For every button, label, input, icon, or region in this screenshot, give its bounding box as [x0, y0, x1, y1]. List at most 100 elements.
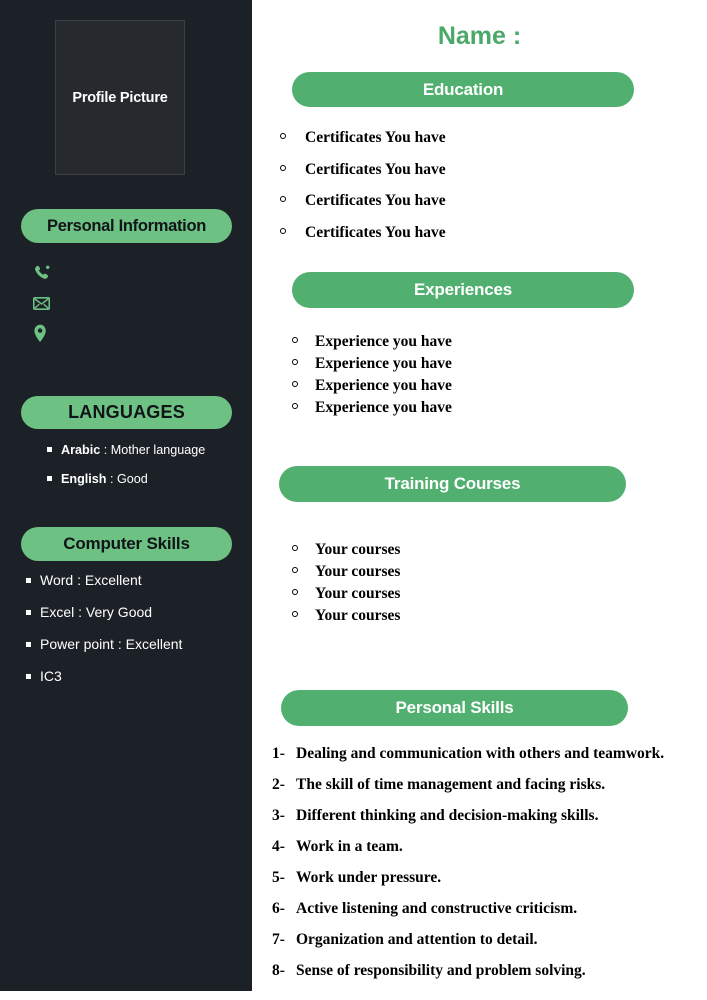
- phone-icon: [33, 264, 51, 282]
- list-number: 6-: [272, 900, 285, 917]
- languages-list: Arabic : Mother language English : Good: [47, 443, 205, 501]
- list-item: Your courses: [292, 541, 400, 559]
- list-item: Arabic : Mother language: [47, 443, 205, 457]
- profile-picture-label: Profile Picture: [72, 89, 168, 106]
- page-title: Name :: [437, 22, 522, 50]
- main-content: Name : Education Certificates You have C…: [252, 0, 707, 1000]
- computer-skills-label: Computer Skills: [63, 534, 190, 553]
- list-number: 3-: [272, 807, 285, 824]
- training-course-text: Your courses: [315, 585, 401, 602]
- personal-skill-text: Work under pressure.: [296, 869, 442, 886]
- list-item: Experience you have: [292, 355, 452, 373]
- contact-row-location[interactable]: [33, 318, 73, 348]
- profile-picture-placeholder[interactable]: Profile Picture: [55, 20, 185, 175]
- list-item: Experience you have: [292, 333, 452, 351]
- list-item: Excel : Very Good: [26, 604, 182, 620]
- experience-item-text: Experience you have: [315, 377, 452, 394]
- list-item: IC3: [26, 668, 182, 684]
- training-course-text: Your courses: [315, 607, 401, 624]
- list-item: 4- Work in a team.: [272, 838, 664, 856]
- section-heading-languages: LANGUAGES: [21, 396, 232, 429]
- computer-skill-text: Excel : Very Good: [40, 604, 153, 620]
- list-item: Experience you have: [292, 377, 452, 395]
- education-item-text: Certificates You have: [305, 192, 446, 209]
- list-number: 1-: [272, 745, 285, 762]
- training-course-text: Your courses: [315, 563, 401, 580]
- circle-bullet-icon: [280, 164, 286, 171]
- computer-skill-text: IC3: [40, 668, 62, 684]
- square-bullet-icon: [26, 642, 31, 647]
- square-bullet-icon: [26, 674, 31, 679]
- experiences-list: Experience you have Experience you have …: [292, 333, 452, 421]
- education-item-text: Certificates You have: [305, 223, 446, 241]
- square-bullet-icon: [47, 447, 52, 452]
- personal-skill-text: Work in a team.: [296, 838, 403, 855]
- list-item: 5- Work under pressure.: [272, 869, 664, 887]
- education-label: Education: [422, 79, 504, 99]
- experience-item-text: Experience you have: [315, 333, 452, 350]
- contact-icon-list: [33, 258, 73, 348]
- circle-bullet-icon: [280, 227, 286, 234]
- personal-skill-text: Organization and attention to detail.: [296, 931, 538, 948]
- training-courses-label: Training Courses: [384, 474, 521, 493]
- list-item: Certificates You have: [280, 192, 446, 210]
- language-name: Arabic: [61, 443, 101, 457]
- list-item: Certificates You have: [280, 224, 446, 242]
- training-courses-list: Your courses Your courses Your courses Y…: [292, 541, 400, 629]
- education-item-text: Certificates You have: [305, 129, 446, 146]
- training-course-text: Your courses: [315, 541, 401, 558]
- languages-label: LANGUAGES: [68, 402, 185, 422]
- section-heading-personal-information: Personal Information: [21, 209, 232, 243]
- list-number: 8-: [272, 962, 285, 979]
- circle-bullet-icon: [280, 133, 286, 139]
- personal-skill-text: Active listening and constructive critic…: [296, 900, 578, 917]
- section-heading-computer-skills: Computer Skills: [21, 527, 232, 561]
- location-icon: [33, 324, 48, 343]
- list-item: 7- Organization and attention to detail.: [272, 931, 664, 949]
- list-item: 1- Dealing and communication with others…: [272, 745, 664, 763]
- list-item: Your courses: [292, 585, 400, 603]
- personal-skill-text: Sense of responsibility and problem solv…: [296, 962, 586, 979]
- square-bullet-icon: [47, 476, 52, 481]
- circle-bullet-icon: [292, 359, 298, 365]
- education-item-text: Certificates You have: [305, 160, 446, 178]
- experience-item-text: Experience you have: [315, 399, 452, 416]
- list-item: Your courses: [292, 607, 400, 625]
- education-list: Certificates You have Certificates You h…: [280, 129, 446, 255]
- sidebar: Profile Picture Personal Information LAN…: [0, 0, 252, 991]
- experience-item-text: Experience you have: [315, 355, 452, 372]
- list-item: Experience you have: [292, 399, 452, 417]
- square-bullet-icon: [26, 610, 31, 615]
- contact-row-phone[interactable]: [33, 258, 73, 288]
- list-item: 3- Different thinking and decision-makin…: [272, 807, 664, 825]
- list-number: 5-: [272, 869, 285, 886]
- personal-skills-label: Personal Skills: [395, 698, 514, 717]
- language-separator: :: [100, 443, 111, 457]
- section-heading-experiences: Experiences: [292, 272, 634, 308]
- circle-bullet-icon: [292, 403, 298, 409]
- personal-skill-text: Different thinking and decision-making s…: [296, 807, 599, 824]
- computer-skill-text: Word : Excellent: [40, 572, 142, 588]
- circle-bullet-icon: [292, 337, 298, 343]
- personal-information-label: Personal Information: [46, 216, 207, 235]
- language-level: Mother language: [110, 443, 206, 457]
- list-item: 6- Active listening and constructive cri…: [272, 900, 664, 918]
- list-item: Power point : Excellent: [26, 636, 182, 652]
- computer-skills-list: Word : Excellent Excel : Very Good Power…: [26, 572, 182, 700]
- list-item: Word : Excellent: [26, 572, 182, 588]
- circle-bullet-icon: [292, 545, 298, 551]
- section-heading-education: Education: [292, 72, 634, 107]
- section-heading-training-courses: Training Courses: [279, 466, 626, 502]
- personal-skill-text: Dealing and communication with others an…: [296, 745, 665, 762]
- list-item: Your courses: [292, 563, 400, 581]
- circle-bullet-icon: [292, 381, 298, 387]
- circle-bullet-icon: [292, 611, 298, 617]
- personal-skills-list: 1- Dealing and communication with others…: [272, 745, 664, 993]
- list-item: 2- The skill of time management and faci…: [272, 776, 664, 794]
- computer-skill-text: Power point : Excellent: [40, 636, 183, 652]
- list-number: 7-: [272, 931, 285, 948]
- section-heading-personal-skills: Personal Skills: [281, 690, 628, 726]
- circle-bullet-icon: [292, 567, 298, 573]
- list-number: 4-: [272, 838, 285, 855]
- contact-row-email[interactable]: [33, 288, 73, 318]
